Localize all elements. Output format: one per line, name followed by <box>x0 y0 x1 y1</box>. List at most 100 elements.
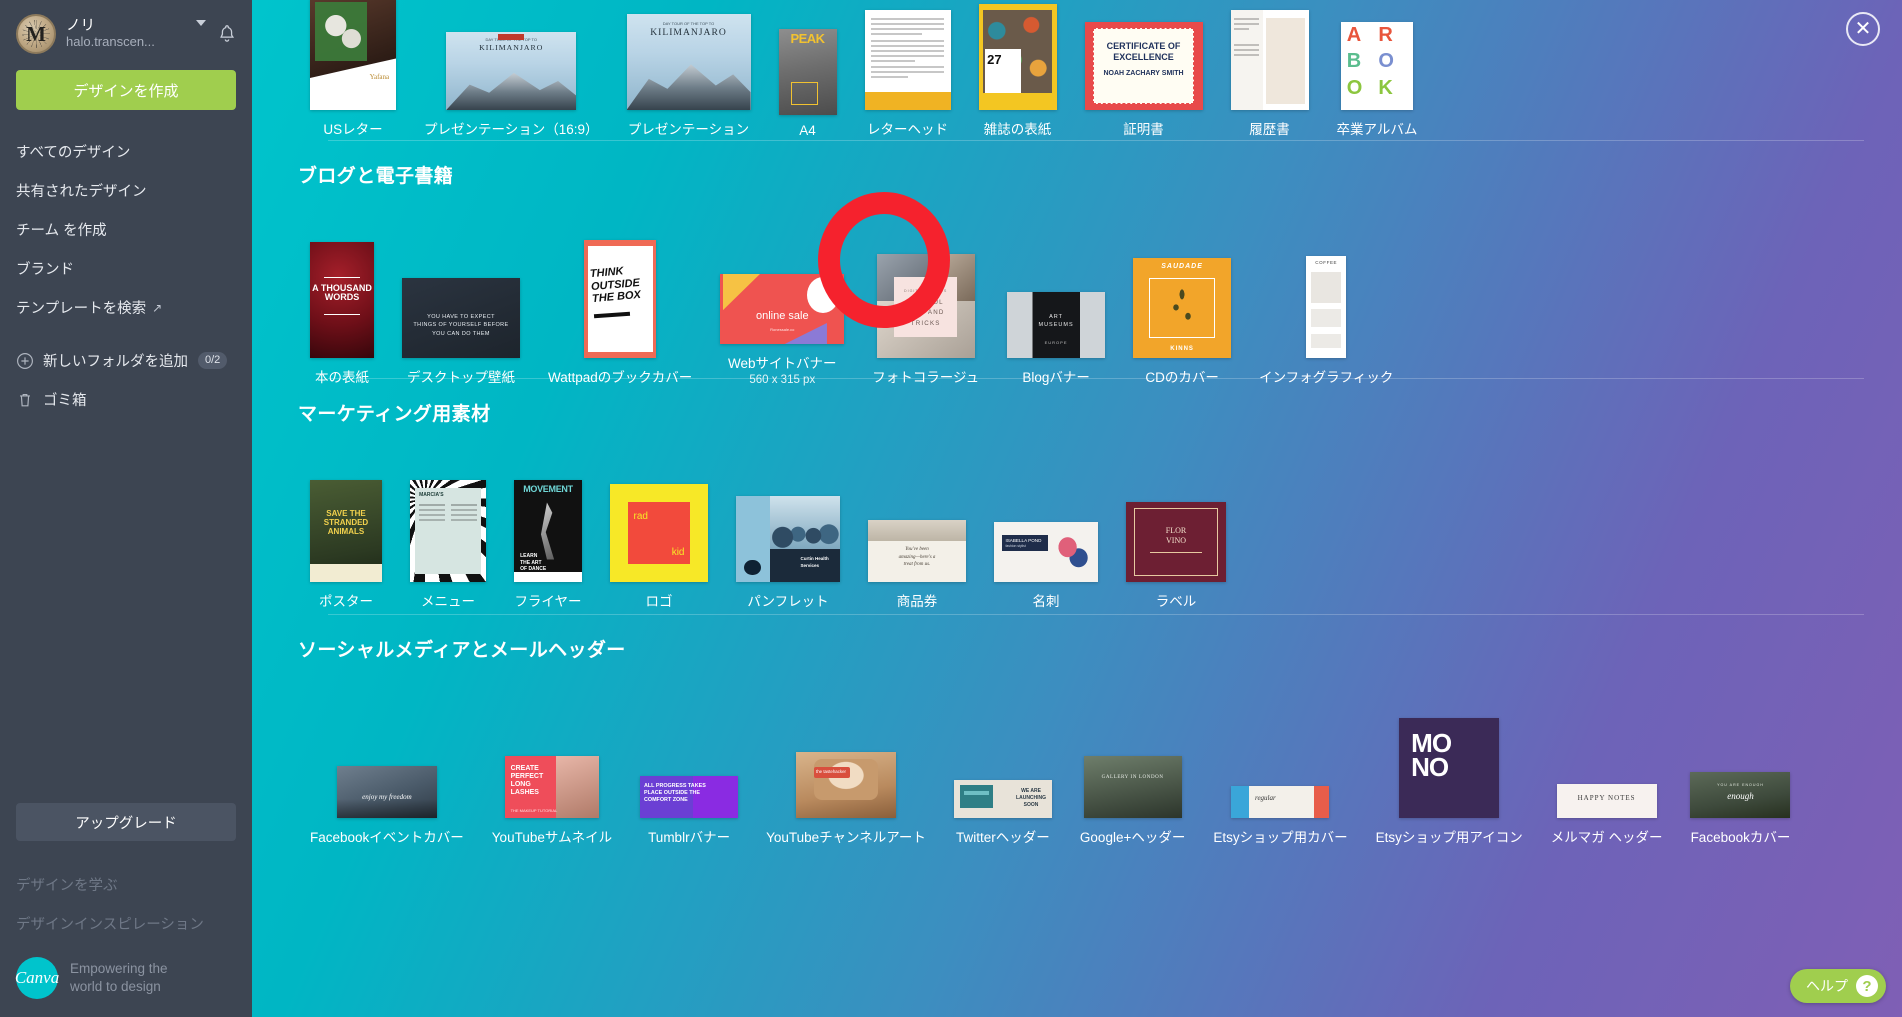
template-card[interactable]: CERTIFICATE OF EXCELLENCE NOAH ZACHARY S… <box>1071 0 1217 138</box>
template-card[interactable]: MO NO Etsyショップ用アイコン <box>1362 688 1537 846</box>
canva-home-screen: M ノリ halo.transcen... デザインを作成 すべてのデザイン 共… <box>0 0 1902 1017</box>
template-thumbnail[interactable]: rad kid <box>610 452 708 582</box>
template-label: ラベル <box>1155 594 1197 609</box>
template-thumbnail[interactable]: HAPPY NOTES <box>1556 688 1657 818</box>
template-card[interactable]: MOVEMENT LEARN THE ART OF DANCE フライヤー <box>500 452 596 610</box>
account-switcher[interactable]: M ノリ halo.transcen... <box>0 0 252 64</box>
thumbnail-image: ART MUSEUMS EUROPE <box>1007 292 1106 358</box>
create-design-button[interactable]: デザインを作成 <box>16 70 236 110</box>
template-thumbnail[interactable]: WE ARE LAUNCHING SOON <box>953 688 1052 818</box>
template-card[interactable]: CREATE PERFECT LONG LASHES THE MAKEUP TUTOR… <box>478 688 626 846</box>
template-card[interactable]: the tastehacker YouTubeチャンネルアート <box>752 688 940 846</box>
template-thumbnail[interactable]: YOU HAVE TO EXPECT THINGS OF YOURSELF BEF… <box>402 228 520 358</box>
sidebar-item-add-folder[interactable]: 新しいフォルダを追加 0/2 <box>0 341 252 380</box>
template-thumbnail[interactable]: SAUDADE KINNS <box>1133 228 1232 358</box>
template-card[interactable]: FLOR VINO ラベル <box>1112 452 1240 610</box>
help-button[interactable]: ヘルプ ? <box>1790 969 1886 1003</box>
template-section: ソーシャルメディアとメールヘッダー enjoy my freedom Facebo… <box>252 614 1902 846</box>
template-thumbnail[interactable]: online sale Ronessale.co <box>720 214 845 344</box>
canva-logo: Canva <box>15 957 59 999</box>
template-thumbnail[interactable]: COFFEE <box>1306 228 1347 358</box>
template-card[interactable]: 27 雑誌の表紙 <box>965 0 1071 138</box>
template-thumbnail[interactable]: SAVE THE STRANDED ANIMALS <box>310 452 382 582</box>
template-card[interactable]: Yafana USレター <box>296 0 410 138</box>
template-thumbnail[interactable]: ART MUSEUMS EUROPE <box>1007 228 1106 358</box>
template-thumbnail[interactable]: GALLERY IN LONDON <box>1083 688 1182 818</box>
template-card[interactable]: You've been amazing—here's a treat from us… <box>854 452 980 610</box>
sidebar-item-trash[interactable]: ゴミ箱 <box>0 380 252 419</box>
template-card[interactable]: YOU HAVE TO EXPECT THINGS OF YOURSELF BEF… <box>388 228 534 386</box>
template-thumbnail[interactable]: regular <box>1231 688 1330 818</box>
section-divider <box>328 378 1864 379</box>
template-card[interactable]: THINK OUTSIDE THE BOX Wattpadのブックカバー <box>534 228 706 386</box>
template-card[interactable]: レターヘッド <box>851 0 965 138</box>
sidebar-item-create-team[interactable]: チーム を作成 <box>0 210 252 249</box>
template-thumbnail[interactable] <box>864 0 951 110</box>
template-card[interactable]: 履歴書 <box>1217 0 1323 138</box>
template-thumbnail[interactable]: MOVEMENT LEARN THE ART OF DANCE <box>514 452 582 582</box>
template-card[interactable]: DIGITAL TRENDS HELPFUL TIPS AND TRICKS フォトコ… <box>858 228 993 386</box>
template-card[interactable]: MARCIA'S メニュー <box>396 452 500 610</box>
template-thumbnail[interactable]: the tastehacker <box>796 688 896 818</box>
template-thumbnail[interactable]: enjoy my freedom <box>336 688 437 818</box>
template-thumbnail[interactable]: YOU ARE ENOUGH enough <box>1690 688 1791 818</box>
sidebar-item-brand[interactable]: ブランド <box>0 249 252 288</box>
sidebar-item-search-templates[interactable]: テンプレートを検索 ↗ <box>0 288 252 327</box>
template-label: USレター <box>323 122 383 137</box>
template-thumbnail[interactable]: A R B O O K <box>1340 0 1413 110</box>
sidebar-item-all-designs[interactable]: すべてのデザイン <box>0 132 252 171</box>
template-card[interactable]: ALL PROGRESS TAKES PLACE OUTSIDE THE COMFO… <box>626 688 752 846</box>
template-card[interactable]: SAUDADE KINNS CDのカバー <box>1119 228 1245 386</box>
template-thumbnail[interactable]: PEAK <box>778 0 837 115</box>
bell-icon[interactable] <box>216 21 238 47</box>
template-thumbnail[interactable]: Curtin Health Services <box>736 452 840 582</box>
template-card[interactable]: SAVE THE STRANDED ANIMALS ポスター <box>296 452 396 610</box>
template-card[interactable]: WE ARE LAUNCHING SOON Twitterヘッダー <box>940 688 1066 846</box>
template-card[interactable]: online sale Ronessale.co Webサイトバナー 560 x … <box>706 214 858 386</box>
template-card[interactable]: COFFEE インフォグラフィック <box>1245 228 1407 386</box>
template-card[interactable]: regular Etsyショップ用カバー <box>1199 688 1361 846</box>
template-card[interactable]: HAPPY NOTES メルマガ ヘッダー <box>1537 688 1677 846</box>
sidebar-item-shared-designs[interactable]: 共有されたデザイン <box>0 171 252 210</box>
template-thumbnail[interactable]: CREATE PERFECT LONG LASHES THE MAKEUP TUTOR… <box>504 688 599 818</box>
brand-tagline-line1: Empowering the <box>70 960 168 976</box>
sidebar-item-learn-design[interactable]: デザインを学ぶ <box>0 865 252 904</box>
sidebar-item-design-inspiration[interactable]: デザインインスピレーション <box>0 904 252 943</box>
template-card[interactable]: KILIMANJARO DAY TOUR OF THE TOP TO プレゼンテ… <box>613 0 765 138</box>
template-card[interactable]: PEAK A4 <box>765 0 851 138</box>
template-card[interactable]: ART MUSEUMS EUROPE Blogバナー <box>993 228 1119 386</box>
template-thumbnail[interactable]: THINK OUTSIDE THE BOX <box>584 228 657 358</box>
template-thumbnail[interactable]: CERTIFICATE OF EXCELLENCE NOAH ZACHARY S… <box>1084 0 1203 110</box>
template-thumbnail[interactable]: DIGITAL TRENDS HELPFUL TIPS AND TRICKS <box>876 228 975 358</box>
section-divider <box>328 614 1864 615</box>
template-card[interactable]: enjoy my freedom Facebookイベントカバー <box>296 688 478 846</box>
template-thumbnail[interactable]: A THOUSAND WORDS <box>310 228 374 358</box>
template-card[interactable]: KILIMANJARO DAY TOUR OF THE TOP TO プレゼンテ… <box>410 0 613 138</box>
template-thumbnail[interactable] <box>1230 0 1309 110</box>
template-thumbnail[interactable]: 27 <box>978 0 1057 110</box>
thumbnail-image: Curtin Health Services <box>736 496 840 582</box>
template-thumbnail[interactable]: ALL PROGRESS TAKES PLACE OUTSIDE THE COMFO… <box>640 688 739 818</box>
template-card[interactable]: GALLERY IN LONDON Google+ヘッダー <box>1066 688 1199 846</box>
close-icon[interactable]: ✕ <box>1846 12 1880 46</box>
chevron-down-icon[interactable] <box>196 20 206 26</box>
template-card[interactable]: A THOUSAND WORDS 本の表紙 <box>296 228 388 386</box>
template-thumbnail[interactable]: FLOR VINO <box>1126 452 1226 582</box>
template-thumbnail[interactable]: MARCIA'S <box>410 452 486 582</box>
template-thumbnail[interactable]: MO NO <box>1399 688 1500 818</box>
avatar[interactable]: M <box>16 14 56 54</box>
template-card[interactable]: YOU ARE ENOUGH enough Facebookカバー <box>1676 688 1804 846</box>
template-thumbnail[interactable]: Yafana <box>310 0 396 110</box>
template-card[interactable]: Curtin Health Services パンフレット <box>722 452 854 610</box>
template-thumbnail[interactable]: You've been amazing—here's a treat from us… <box>868 452 966 582</box>
template-label: メニュー <box>421 594 475 609</box>
template-thumbnail[interactable]: KILIMANJARO DAY TOUR OF THE TOP TO <box>626 0 751 110</box>
template-card[interactable]: rad kid ロゴ <box>596 452 722 610</box>
template-thumbnail[interactable]: KILIMANJARO DAY TOUR OF THE TOP TO <box>446 0 577 110</box>
sidebar-nav: すべてのデザイン 共有されたデザイン チーム を作成 ブランド テンプレートを検… <box>0 132 252 419</box>
upgrade-button[interactable]: アップグレード <box>16 803 236 841</box>
template-card[interactable]: A R B O O K 卒業アルバム <box>1323 0 1432 138</box>
template-card[interactable]: ISABELLA POND fashion stylist 名刺 <box>980 452 1112 610</box>
template-thumbnail[interactable]: ISABELLA POND fashion stylist <box>994 452 1098 582</box>
thumbnail-image: MO NO <box>1399 718 1500 818</box>
